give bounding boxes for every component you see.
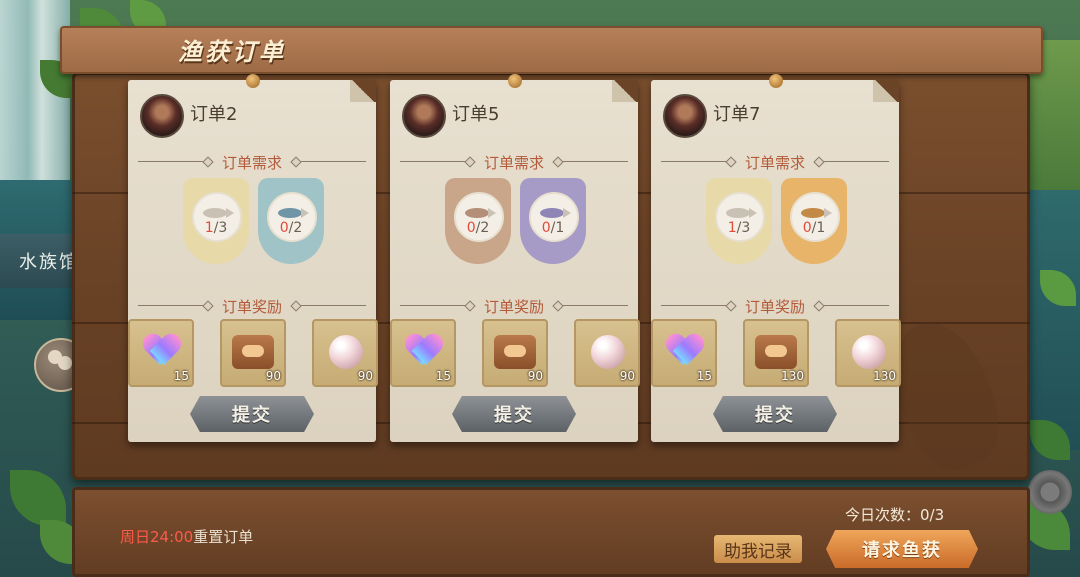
requirement-title: 订单需求 xyxy=(221,154,282,172)
requirement-tuna[interactable]: 0/2 xyxy=(258,178,324,264)
reward-pearl[interactable]: 90 xyxy=(574,319,640,387)
small-fish-icon xyxy=(465,208,496,218)
small-fish-icon xyxy=(726,208,757,218)
requirement-small-fish[interactable]: 1/3 xyxy=(706,178,772,264)
help-record-button[interactable]: 助我记录 xyxy=(714,535,802,563)
title-plank: 渔获订单 xyxy=(60,26,1043,74)
reward-handshake[interactable]: 90 xyxy=(482,319,548,387)
request-catch-button[interactable]: 请求鱼获 xyxy=(826,530,978,568)
requirement-title: 订单需求 xyxy=(483,154,544,172)
reset-suffix: 重置订单 xyxy=(193,528,254,546)
reward-qty: 90 xyxy=(265,369,281,383)
reward-heart[interactable]: 15 xyxy=(651,319,717,387)
pin-icon xyxy=(769,74,783,88)
reset-notice: 周日24:00重置订单 xyxy=(120,526,253,547)
panel-title: 渔获订单 xyxy=(178,37,286,66)
reward-qty: 90 xyxy=(527,369,543,383)
requirement-count: 0/1 xyxy=(802,220,826,236)
submit-label: 提交 xyxy=(232,405,272,426)
reward-qty: 130 xyxy=(873,369,896,383)
help-record-label: 助我记录 xyxy=(724,541,792,562)
customer-avatar xyxy=(663,94,707,138)
requirement-count: 0/2 xyxy=(466,220,490,236)
heart-icon xyxy=(406,335,442,369)
reward-title: 订单奖励 xyxy=(221,298,282,316)
reward-heart[interactable]: 15 xyxy=(128,319,194,387)
reward-title: 订单奖励 xyxy=(483,298,544,316)
divider xyxy=(558,161,628,162)
reward-qty: 15 xyxy=(435,369,451,383)
reward-title: 订单奖励 xyxy=(744,298,805,316)
requirement-title: 订单需求 xyxy=(744,154,805,172)
reward-pearl[interactable]: 130 xyxy=(835,319,901,387)
daily-count: 今日次数：0/3 xyxy=(845,506,945,524)
requirement-count: 0/1 xyxy=(541,220,565,236)
divider xyxy=(296,305,366,306)
divider xyxy=(296,161,366,162)
pin-icon xyxy=(508,74,522,88)
pearl-icon xyxy=(852,335,886,369)
divider xyxy=(819,161,889,162)
order-card: 订单5 订单需求 0/2 0/1 订单奖励 15 90 90 提交 xyxy=(390,74,640,442)
submit-button[interactable]: 提交 xyxy=(190,396,314,432)
submit-label: 提交 xyxy=(755,405,795,426)
handshake-icon xyxy=(232,335,274,369)
order-card: 订单7 订单需求 1/3 0/1 订单奖励 15 130 130 提交 xyxy=(651,74,901,442)
reward-qty: 15 xyxy=(173,369,189,383)
request-catch-label: 请求鱼获 xyxy=(862,540,942,561)
submit-label: 提交 xyxy=(494,405,534,426)
requirement-whale[interactable]: 0/1 xyxy=(781,178,847,264)
requirement-small-fish[interactable]: 0/2 xyxy=(445,178,511,264)
friends-icon-second xyxy=(58,356,72,370)
order-name: 订单7 xyxy=(713,104,761,125)
handshake-icon xyxy=(755,335,797,369)
order-name: 订单2 xyxy=(190,104,238,125)
reward-qty: 15 xyxy=(696,369,712,383)
divider xyxy=(819,305,889,306)
divider xyxy=(558,305,628,306)
heart-icon xyxy=(667,335,703,369)
pearl-icon xyxy=(329,335,363,369)
handshake-icon xyxy=(494,335,536,369)
pin-icon xyxy=(246,74,260,88)
whale-icon xyxy=(801,208,832,218)
reward-handshake[interactable]: 90 xyxy=(220,319,286,387)
small-fish-icon xyxy=(203,208,234,218)
order-card: 订单2 订单需求 1/3 0/2 订单奖励 15 90 90 提交 xyxy=(128,74,378,442)
requirement-count: 1/3 xyxy=(204,220,228,236)
shark-icon xyxy=(540,208,571,218)
customer-avatar xyxy=(402,94,446,138)
reward-qty: 90 xyxy=(619,369,635,383)
reward-qty: 90 xyxy=(357,369,373,383)
reward-heart[interactable]: 15 xyxy=(390,319,456,387)
pearl-icon xyxy=(591,335,625,369)
requirement-count: 0/2 xyxy=(279,220,303,236)
order-name: 订单5 xyxy=(452,104,500,125)
reset-time: 周日24:00 xyxy=(120,528,194,546)
reward-qty: 130 xyxy=(781,369,804,383)
tuna-icon xyxy=(278,208,309,218)
submit-button[interactable]: 提交 xyxy=(713,396,837,432)
requirement-count: 1/3 xyxy=(727,220,751,236)
customer-avatar xyxy=(140,94,184,138)
aquarium-label: 水族馆 xyxy=(19,252,79,273)
settings-gear-icon[interactable] xyxy=(1028,470,1072,514)
reward-handshake[interactable]: 130 xyxy=(743,319,809,387)
reward-pearl[interactable]: 90 xyxy=(312,319,378,387)
requirement-shark[interactable]: 0/1 xyxy=(520,178,586,264)
submit-button[interactable]: 提交 xyxy=(452,396,576,432)
requirement-small-fish[interactable]: 1/3 xyxy=(183,178,249,264)
heart-icon xyxy=(144,335,180,369)
